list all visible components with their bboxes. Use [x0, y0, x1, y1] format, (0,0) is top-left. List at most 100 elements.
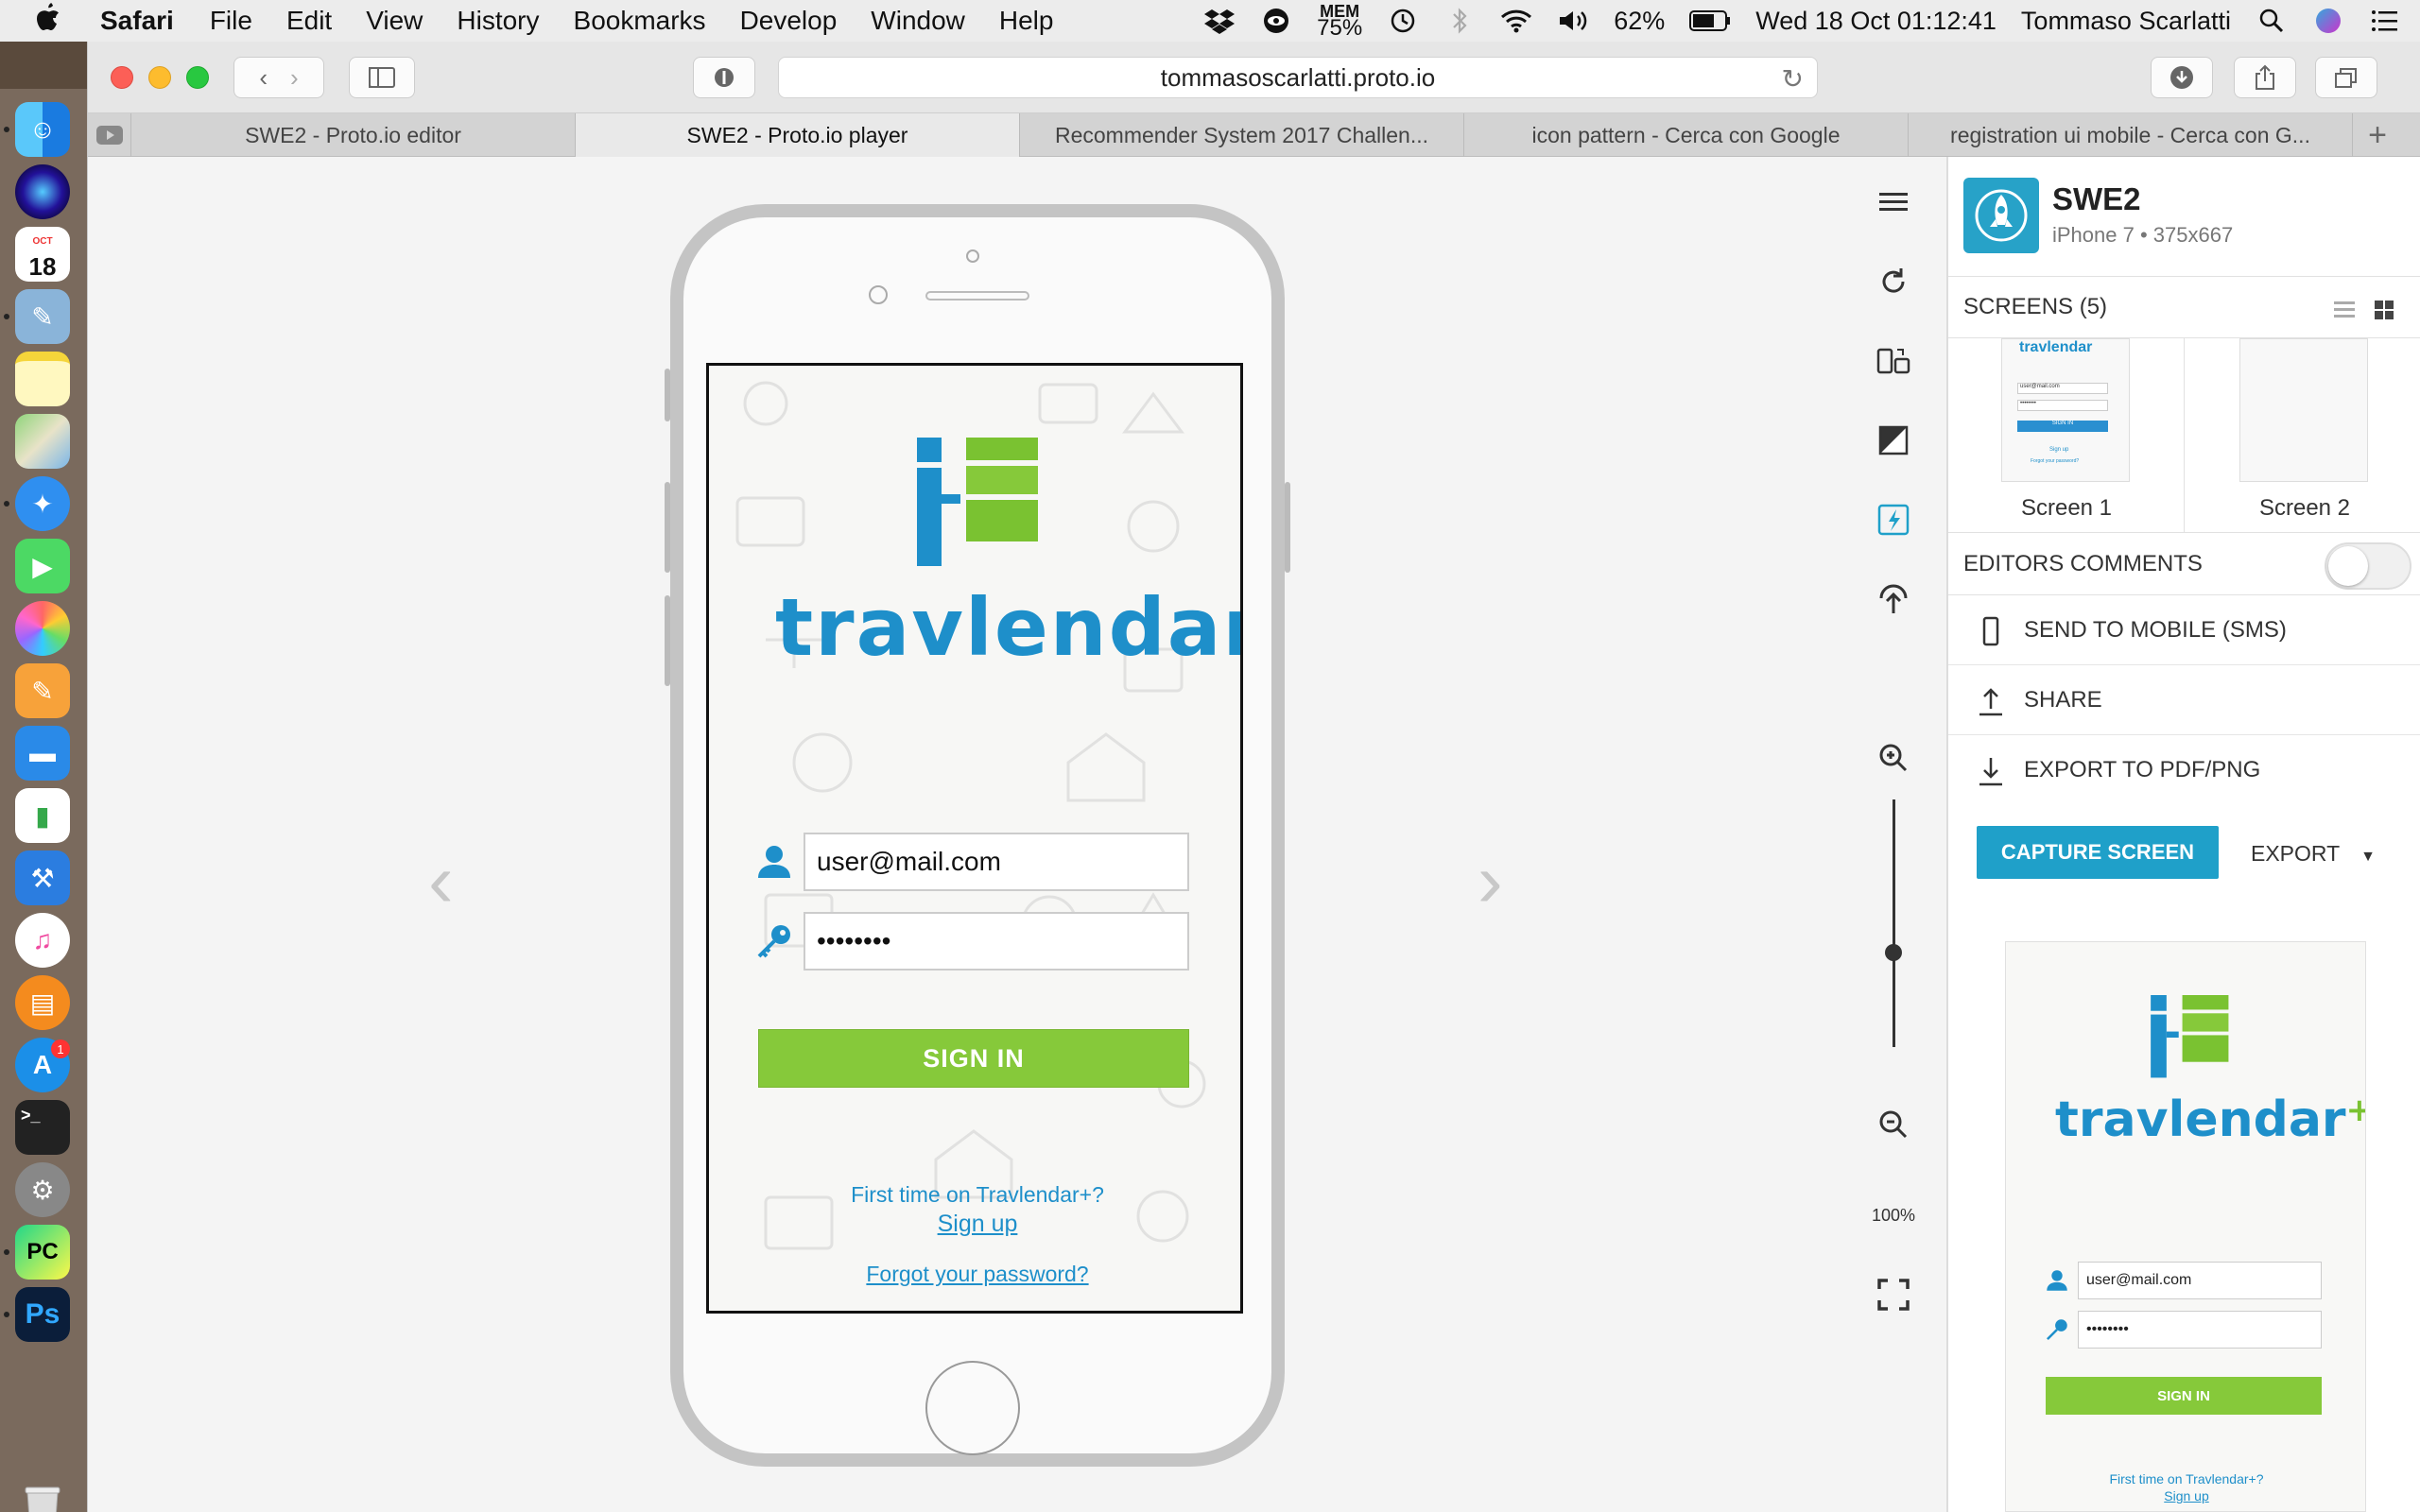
privacy-button[interactable] — [693, 57, 755, 98]
apple-icon[interactable] — [34, 2, 72, 40]
zoom-out-icon[interactable] — [1875, 1106, 1912, 1143]
fullscreen-icon[interactable] — [1875, 1276, 1912, 1314]
menu-bookmarks[interactable]: Bookmarks — [574, 6, 706, 36]
menu-safari[interactable]: Safari — [100, 6, 174, 36]
tab-registration-ui[interactable]: registration ui mobile - Cerca con G... — [1909, 113, 2353, 157]
mobile-phone-icon — [1982, 616, 1999, 646]
trash-icon[interactable] — [15, 1482, 70, 1512]
url-text[interactable]: tommasoscarlatti.proto.io — [1161, 63, 1435, 93]
tab-proto-editor[interactable]: SWE2 - Proto.io editor — [131, 113, 576, 157]
close-window-button[interactable] — [111, 66, 133, 89]
keynote-icon[interactable]: ▬ — [15, 726, 70, 781]
preview-sign-up-link: Sign up — [2164, 1488, 2209, 1503]
user-name[interactable]: Tommaso Scarlatti — [2021, 7, 2231, 36]
list-view-icon[interactable] — [2334, 300, 2355, 320]
system-preferences-icon[interactable]: ⚙ — [15, 1162, 70, 1217]
zoom-slider-track[interactable] — [1893, 799, 1895, 1047]
bluetooth-icon[interactable] — [1443, 7, 1476, 35]
terminal-icon[interactable]: >_ — [15, 1100, 70, 1155]
pages-icon[interactable]: ✎ — [15, 663, 70, 718]
spotlight-search-icon[interactable] — [2256, 7, 2288, 35]
calendar-icon[interactable]: OCT 18 — [15, 227, 70, 282]
menu-window[interactable]: Window — [871, 6, 965, 36]
screen-2-label[interactable]: Screen 2 — [2187, 495, 2420, 522]
sign-in-button[interactable]: SIGN IN — [758, 1029, 1189, 1088]
notes-icon[interactable] — [15, 352, 70, 406]
export-pdf-action[interactable]: EXPORT TO PDF/PNG — [1948, 735, 2420, 805]
pinned-tab[interactable] — [88, 113, 131, 157]
siri-dock-icon[interactable] — [15, 164, 70, 219]
screen-thumbnail[interactable]: travlendar user@mail.com •••••••• SIGN I… — [2001, 338, 2130, 482]
preview-email-field: user@mail.com — [2078, 1262, 2322, 1299]
thumb-brand: travlendar — [2019, 339, 2093, 355]
password-field[interactable]: •••••••• — [804, 912, 1189, 971]
sidebar-toggle-button[interactable] — [349, 57, 415, 98]
hotspots-icon[interactable] — [1875, 501, 1912, 539]
forward-icon[interactable]: › — [290, 63, 299, 93]
tab-proto-player[interactable]: SWE2 - Proto.io player — [576, 113, 1020, 157]
volume-icon[interactable] — [1557, 7, 1589, 35]
share-action[interactable]: SHARE — [1948, 665, 2420, 735]
forgot-password-link[interactable]: Forgot your password? — [709, 1262, 1240, 1287]
menu-hamburger-icon[interactable] — [1875, 183, 1912, 221]
safari-icon[interactable]: ✦ — [15, 476, 70, 531]
pycharm-icon[interactable]: PC — [15, 1225, 70, 1280]
photos-icon[interactable] — [15, 601, 70, 656]
previous-screen-arrow[interactable]: ‹ — [428, 837, 454, 924]
grid-view-icon[interactable] — [2374, 300, 2394, 320]
menu-view[interactable]: View — [366, 6, 423, 36]
menu-edit[interactable]: Edit — [286, 6, 332, 36]
sign-up-link[interactable]: Sign up — [709, 1211, 1240, 1238]
ibooks-icon[interactable]: ▤ — [15, 975, 70, 1030]
menu-file[interactable]: File — [210, 6, 252, 36]
zoom-slider-handle[interactable] — [1885, 944, 1902, 962]
zoom-window-button[interactable] — [186, 66, 209, 89]
preview-icon[interactable]: ✎ — [15, 289, 70, 344]
back-icon[interactable]: ‹ — [259, 63, 268, 93]
tab-overview-button[interactable] — [2315, 57, 2377, 98]
share-button[interactable] — [2234, 57, 2296, 98]
tab-icon-pattern[interactable]: icon pattern - Cerca con Google — [1464, 113, 1909, 157]
capture-screen-button[interactable]: CAPTURE SCREEN — [1977, 826, 2219, 879]
maps-icon[interactable] — [15, 414, 70, 469]
menu-history[interactable]: History — [457, 6, 539, 36]
eye-icon[interactable] — [1260, 7, 1292, 35]
finder-icon[interactable]: ☺ — [15, 102, 70, 157]
next-screen-arrow[interactable]: › — [1478, 837, 1503, 924]
notification-center-icon[interactable] — [2369, 7, 2401, 35]
reload-icon[interactable]: ↻ — [1782, 63, 1804, 94]
downloads-button[interactable] — [2151, 57, 2213, 98]
itunes-icon[interactable]: ♫ — [15, 913, 70, 968]
screen-card[interactable]: Screen 2 — [2187, 338, 2420, 533]
menu-develop[interactable]: Develop — [740, 6, 838, 36]
zoom-in-icon[interactable] — [1875, 739, 1912, 777]
back-forward-buttons[interactable]: ‹ › — [233, 57, 324, 98]
siri-icon[interactable] — [2312, 7, 2344, 35]
upload-icon[interactable] — [1875, 580, 1912, 618]
photoshop-icon[interactable]: Ps — [15, 1287, 70, 1342]
address-bar[interactable]: tommasoscarlatti.proto.io ↻ — [778, 57, 1818, 98]
time-machine-icon[interactable] — [1387, 7, 1419, 35]
wifi-icon[interactable] — [1500, 7, 1532, 35]
tab-recommender[interactable]: Recommender System 2017 Challen... — [1020, 113, 1464, 157]
clock[interactable]: Wed 18 Oct 01:12:41 — [1755, 7, 1996, 36]
refresh-icon[interactable] — [1875, 263, 1912, 301]
screen-1-label[interactable]: Screen 1 — [1948, 495, 2185, 522]
menu-help[interactable]: Help — [999, 6, 1054, 36]
memory-meter[interactable]: MEM 75% — [1317, 3, 1362, 40]
rotate-device-icon[interactable] — [1875, 342, 1912, 380]
facetime-icon[interactable]: ▶ — [15, 539, 70, 593]
new-tab-button[interactable]: + — [2353, 113, 2402, 157]
numbers-icon[interactable]: ▮ — [15, 788, 70, 843]
send-to-mobile-action[interactable]: SEND TO MOBILE (SMS) — [1948, 595, 2420, 665]
battery-icon[interactable] — [1689, 7, 1731, 35]
dropbox-icon[interactable] — [1203, 7, 1236, 35]
email-field[interactable]: user@mail.com — [804, 833, 1189, 891]
contrast-icon[interactable] — [1875, 421, 1912, 459]
minimize-window-button[interactable] — [148, 66, 171, 89]
screen-card[interactable]: travlendar user@mail.com •••••••• SIGN I… — [1948, 338, 2185, 533]
export-dropdown[interactable]: EXPORT ▼ — [2251, 841, 2376, 867]
xcode-icon[interactable]: ⚒ — [15, 850, 70, 905]
editors-comments-toggle[interactable] — [2325, 542, 2411, 590]
screen-thumbnail[interactable] — [2239, 338, 2368, 482]
